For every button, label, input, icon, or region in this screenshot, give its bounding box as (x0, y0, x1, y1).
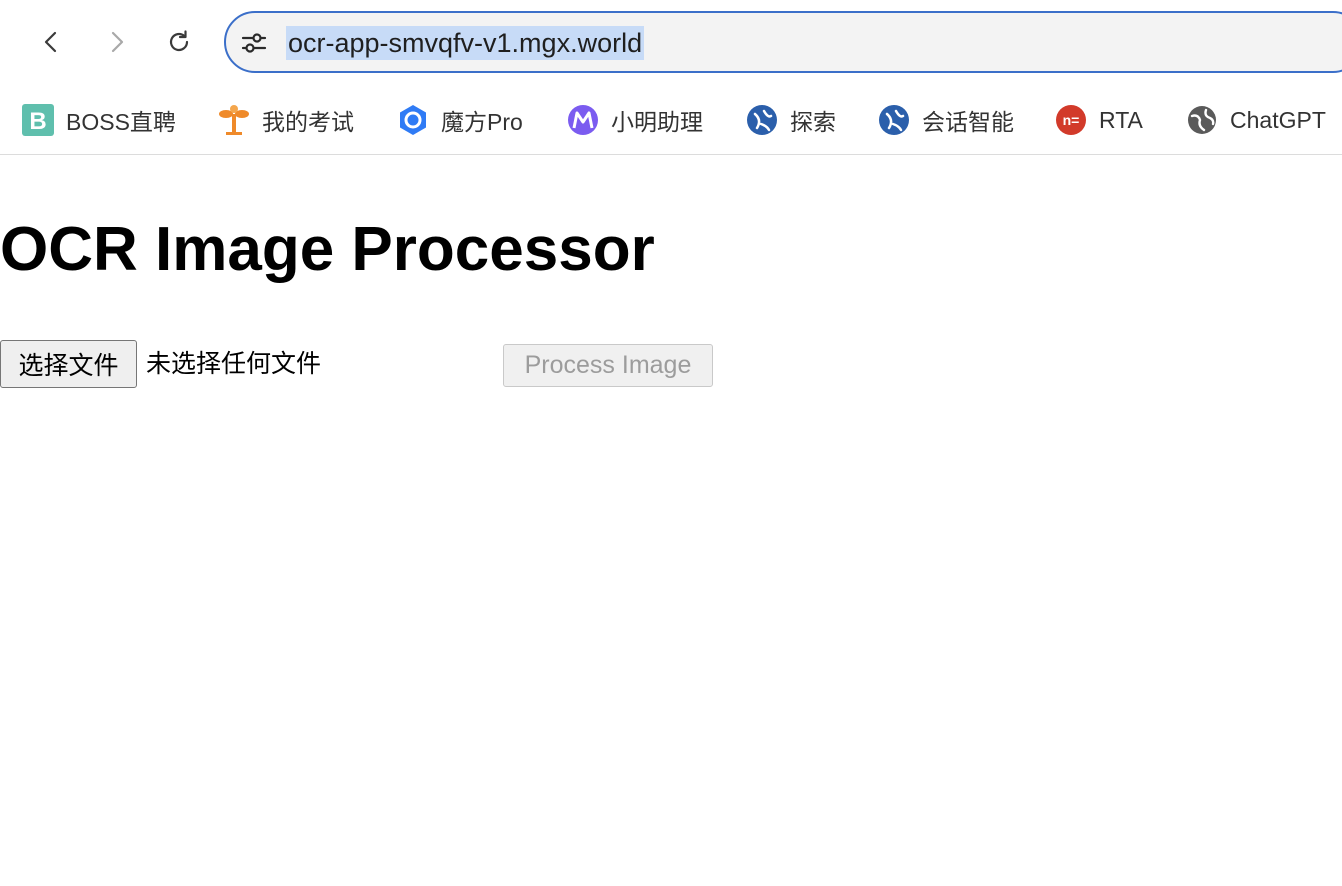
bookmark-conversation-intelligence[interactable]: 会话智能 (878, 102, 1014, 138)
page-content: OCR Image Processor 选择文件 未选择任何文件 Process… (0, 156, 1342, 886)
bookmark-label: 探索 (790, 109, 836, 135)
bookmark-label: 会话智能 (922, 109, 1014, 135)
rta-icon: n= (1055, 104, 1087, 136)
plant-icon (218, 104, 250, 136)
no-file-selected-text: 未选择任何文件 (146, 349, 322, 378)
xiaoming-icon (567, 104, 599, 136)
explore-icon (746, 104, 778, 136)
mofang-icon (397, 104, 429, 136)
bookmark-xiaoming[interactable]: 小明助理 (567, 102, 703, 138)
back-button[interactable] (32, 22, 72, 62)
bookmark-label: 魔方Pro (441, 109, 523, 135)
process-image-button[interactable]: Process Image (503, 344, 713, 387)
address-bar[interactable]: ocr-app-smvqfv-v1.mgx.world (224, 11, 1342, 73)
bookmark-rta[interactable]: n= RTA (1055, 102, 1143, 138)
chevron-right-icon (111, 31, 124, 53)
chevron-left-icon (44, 31, 57, 53)
choose-file-button[interactable]: 选择文件 (0, 340, 137, 388)
globe-icon (1186, 104, 1218, 136)
page-title: OCR Image Processor (0, 215, 655, 284)
bookmark-label: BOSS直聘 (66, 109, 176, 135)
forward-button[interactable] (96, 22, 136, 62)
reload-icon (169, 30, 189, 52)
bookmark-label: ChatGPT (1230, 106, 1326, 133)
bookmark-boss-zhipin[interactable]: B BOSS直聘 (22, 102, 176, 138)
bookmark-my-exam[interactable]: 我的考试 (218, 102, 354, 138)
reload-button[interactable] (159, 22, 199, 62)
bookmarks-bar: B BOSS直聘 我的考试 魔方Pro 小明助理 探索 会话智能 n= RTA … (0, 98, 1342, 142)
url-text[interactable]: ocr-app-smvqfv-v1.mgx.world (286, 26, 645, 60)
conversation-icon (878, 104, 910, 136)
bookmark-label: RTA (1099, 106, 1143, 133)
svg-text:n=: n= (1063, 112, 1080, 128)
site-settings-icon[interactable] (240, 29, 268, 57)
bookmark-label: 小明助理 (611, 109, 703, 135)
bookmark-label: 我的考试 (262, 109, 354, 135)
bookmark-explore[interactable]: 探索 (746, 102, 836, 138)
bookmark-mofang-pro[interactable]: 魔方Pro (397, 102, 523, 138)
bookmark-chatgpt[interactable]: ChatGPT (1186, 102, 1326, 138)
boss-zhipin-icon: B (22, 104, 54, 136)
svg-text:B: B (29, 108, 46, 135)
browser-chrome: ocr-app-smvqfv-v1.mgx.world B BOSS直聘 我的考… (0, 0, 1342, 155)
